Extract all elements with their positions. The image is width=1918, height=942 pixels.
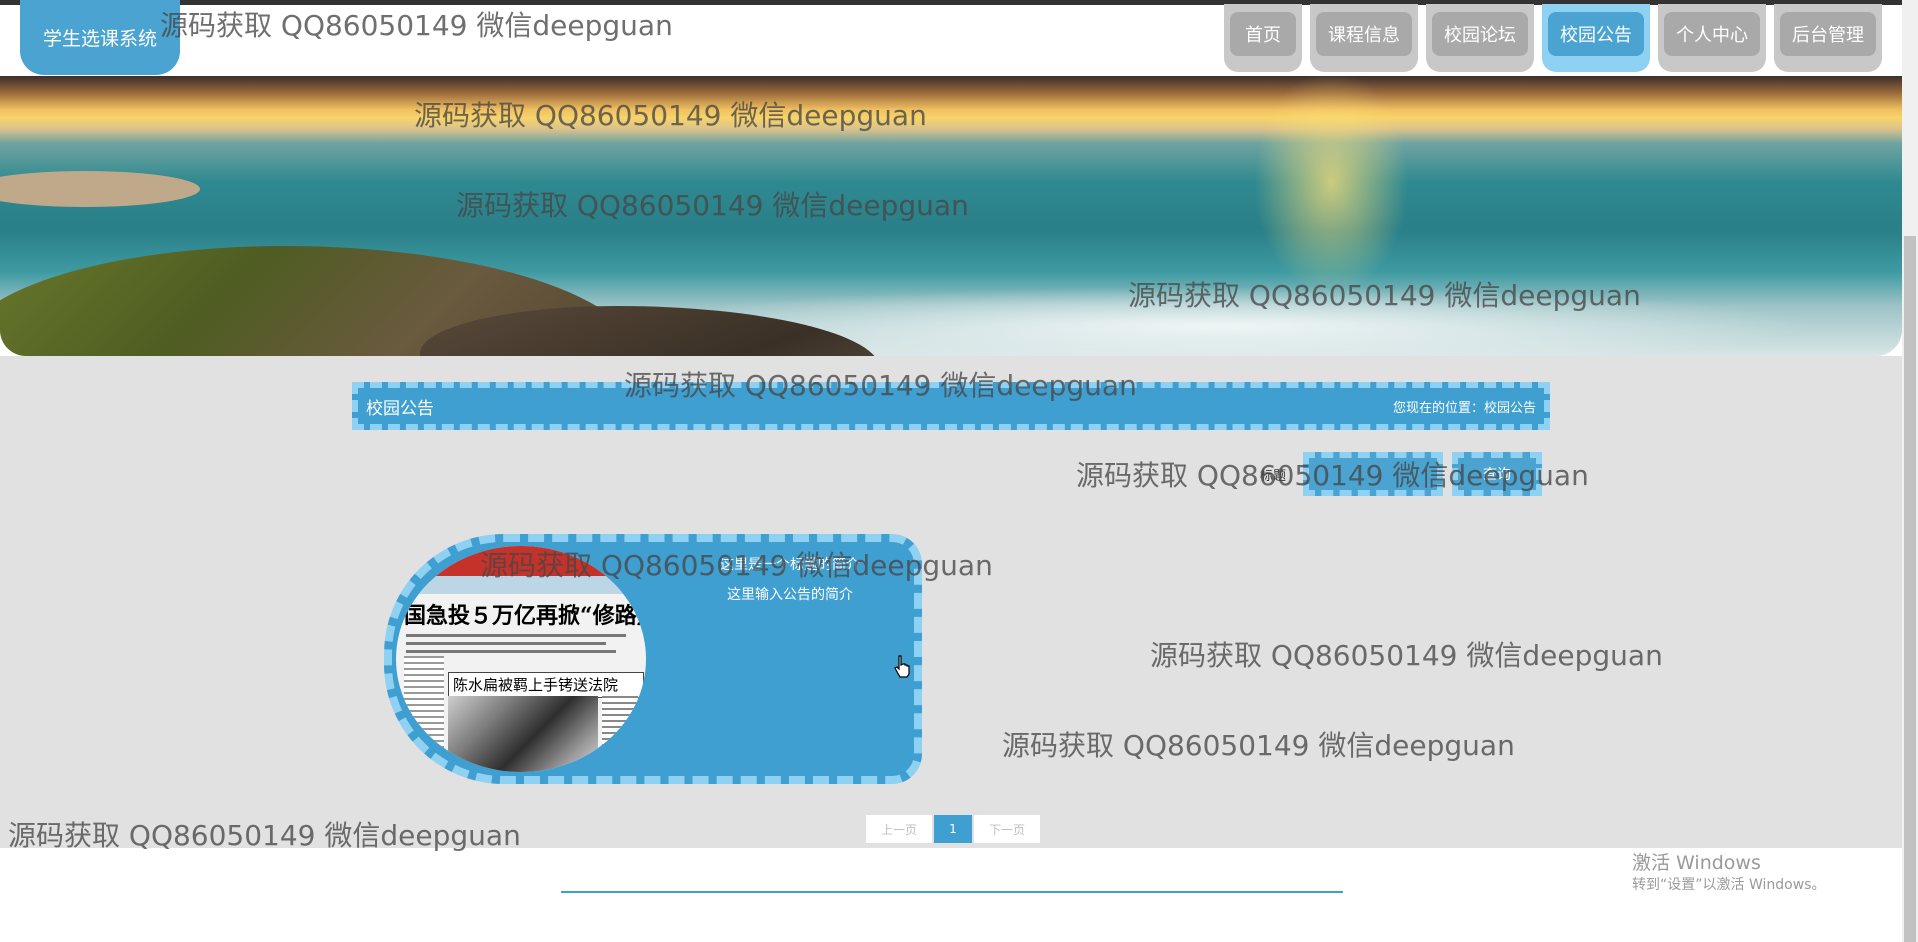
announcement-summary: 这里输入公告的简介 [727, 587, 853, 603]
newspaper-text-line [406, 642, 606, 645]
scrollbar-thumb[interactable] [1904, 236, 1916, 942]
pagination: 上一页 1 下一页 [866, 815, 1040, 843]
footer-divider [561, 891, 1343, 893]
announcement-title[interactable]: 这里是一个标题的简介 [670, 554, 910, 574]
breadcrumb: 您现在的位置：校园公告 [1392, 400, 1536, 416]
newspaper-subhead: 陈水扁被羁上手铐送法院 [448, 672, 644, 698]
section-title: 校园公告 [366, 398, 434, 419]
prev-page-button[interactable]: 上一页 [866, 815, 932, 843]
announcement-card[interactable]: 国急投５万亿再掀“修路热 陈水扁被羁上手铐送法院 这里是一个标题的简介 这里输入… [384, 534, 922, 784]
windows-activation-title: 激活 Windows [1632, 852, 1761, 874]
nav-announcements[interactable]: 校园公告 [1542, 4, 1650, 72]
nav-courses[interactable]: 课程信息 [1310, 4, 1418, 72]
search-input[interactable] [1303, 452, 1443, 496]
hand-cursor-icon [894, 655, 910, 678]
nav-profile[interactable]: 个人中心 [1658, 4, 1766, 72]
announcement-image[interactable]: 国急投５万亿再掀“修路热 陈水扁被羁上手铐送法院 [396, 546, 646, 772]
page-scrollbar[interactable] [1902, 0, 1918, 942]
nav-admin[interactable]: 后台管理 [1774, 4, 1882, 72]
watermark: 源码获取 QQ86050149 微信deepguan [160, 9, 673, 42]
newspaper-column [404, 656, 444, 756]
next-page-button[interactable]: 下一页 [974, 815, 1040, 843]
newspaper-banner [396, 576, 646, 594]
newspaper-headline: 国急投５万亿再掀“修路热 [404, 603, 646, 629]
page-number-button[interactable]: 1 [934, 815, 972, 843]
windows-activation-hint: 转到“设置”以激活 Windows。 [1632, 877, 1826, 893]
newspaper-column [602, 696, 638, 772]
nav-home[interactable]: 首页 [1224, 4, 1302, 72]
section-title-bar: 校园公告 您现在的位置：校园公告 [352, 382, 1550, 430]
banner-carousel[interactable] [0, 76, 1902, 356]
site-logo[interactable]: 学生选课系统 [20, 0, 180, 75]
banner-sand [0, 171, 200, 207]
search-label: 标题 [1260, 469, 1287, 484]
nav-forum[interactable]: 校园论坛 [1426, 4, 1534, 72]
newspaper-text-line [406, 634, 626, 637]
main-nav: 首页 课程信息 校园论坛 校园公告 个人中心 后台管理 [1224, 4, 1882, 72]
newspaper-text-line [406, 650, 616, 653]
search-button[interactable]: 查询 [1452, 452, 1542, 496]
logo-text: 学生选课系统 [42, 28, 157, 50]
newspaper-photo [448, 696, 598, 772]
